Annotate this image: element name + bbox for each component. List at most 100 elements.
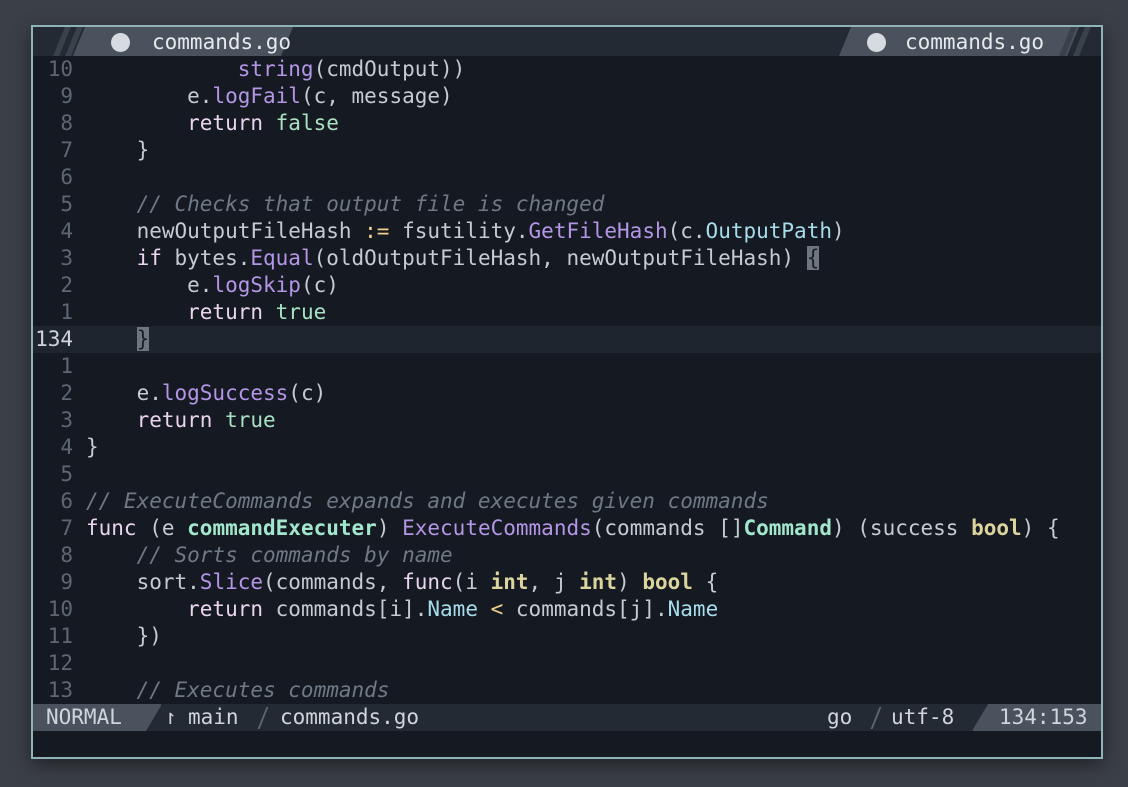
line-content: } (86, 326, 150, 353)
file-name: commands.go (280, 705, 420, 729)
line-number: 4 (60, 435, 73, 459)
status-divider (257, 707, 269, 729)
field-name: Name (427, 597, 478, 621)
code-line[interactable]: 6 (33, 164, 1101, 191)
code-line[interactable]: 8 // Sorts commands by name (33, 542, 1101, 569)
code-text: (commands, (263, 570, 403, 594)
line-content: // Sorts commands by name (86, 542, 453, 569)
keyword: func (402, 570, 453, 594)
line-number: 13 (47, 678, 73, 702)
line-number: 1 (60, 354, 73, 378)
line-content: string(cmdOutput)) (86, 56, 466, 83)
code-line[interactable]: 7 } (33, 137, 1101, 164)
field-name: Name (667, 597, 719, 621)
code-text: ) (617, 570, 643, 594)
buffer-circle-icon (867, 33, 886, 52)
code-line[interactable]: 8 return false (33, 110, 1101, 137)
line-content: e.logSkip(c) (86, 272, 339, 299)
type-name: Command (743, 516, 832, 540)
code-area[interactable]: 10 string(cmdOutput)) 9 e.logFail(c, mess… (33, 56, 1101, 704)
code-line[interactable]: 9 sort.Slice(commands, func(i int, j int… (33, 569, 1101, 596)
line-number: 9 (60, 84, 73, 108)
line-number: 6 (60, 489, 73, 513)
field-name: OutputPath (705, 219, 832, 243)
code-line[interactable]: 7 func (e commandExecuter) ExecuteCommand… (33, 515, 1101, 542)
code-line[interactable]: 2 e.logSuccess(c) (33, 380, 1101, 407)
current-line[interactable]: 134 } (33, 326, 1101, 353)
mode-indicator: NORMAL (33, 704, 162, 731)
function-name: Slice (199, 570, 264, 594)
keyword: func (86, 516, 137, 540)
tab-right-label: commands.go (905, 30, 1045, 54)
code-text: (commands [] (591, 516, 744, 540)
keyword: return (86, 300, 276, 324)
line-content: if bytes.Equal(oldOutputFileHash, newOut… (86, 245, 820, 272)
comment: // Executes commands (86, 678, 390, 702)
code-line[interactable]: 5 (33, 461, 1101, 488)
code-line[interactable]: 12 (33, 650, 1101, 677)
line-number: 9 (60, 570, 73, 594)
mode-divider (146, 704, 162, 731)
code-line[interactable]: 10 return commands[i].Name < commands[j]… (33, 596, 1101, 623)
function-name: ExecuteCommands (402, 516, 592, 540)
tab-right[interactable]: commands.go (839, 27, 1079, 56)
tab-left[interactable]: commands.go (73, 27, 293, 56)
editor-window: commands.go commands.go 10 string(cmdOut… (31, 25, 1103, 759)
code-line[interactable]: 9 e.logFail(c, message) (33, 83, 1101, 110)
code-line[interactable]: 1 (33, 353, 1101, 380)
code-line[interactable]: 4} (33, 434, 1101, 461)
code-text: ) (831, 219, 845, 243)
line-number: 2 (60, 381, 73, 405)
line-number: 12 (47, 651, 73, 675)
code-text: (c) (300, 273, 339, 297)
boolean-literal: true (225, 408, 276, 432)
command-line[interactable] (33, 731, 1101, 757)
code-line[interactable]: 3 return true (33, 407, 1101, 434)
code-line[interactable]: 3 if bytes.Equal(oldOutputFileHash, newO… (33, 245, 1101, 272)
code-text: commands[i]. (263, 597, 428, 621)
builtin-type: bool (642, 570, 693, 594)
code-text: fsutility. (389, 219, 529, 243)
keyword: return (86, 408, 226, 432)
line-content: return true (86, 299, 326, 326)
line-content: }) (86, 623, 162, 650)
line-number: 11 (47, 624, 73, 648)
builtin-type: bool (971, 516, 1022, 540)
file-encoding: utf-8 (891, 705, 955, 729)
code-text: } (86, 138, 150, 162)
builtin-type: int (579, 570, 618, 594)
builtin-type: int (490, 570, 529, 594)
code-text: , j (528, 570, 580, 594)
code-text: e. (86, 381, 162, 405)
code-line[interactable]: 6 // ExecuteCommands expands and executes… (33, 488, 1101, 515)
line-number: 5 (60, 462, 73, 486)
tabline: commands.go commands.go (33, 27, 1101, 56)
code-line[interactable]: 11 }) (33, 623, 1101, 650)
statusline: NORMAL ↾ main commands.go go utf-8 134:1… (33, 704, 1101, 731)
keyword: return (86, 111, 276, 135)
line-number: 134 (35, 327, 73, 351)
code-text: } (86, 435, 99, 459)
code-line[interactable]: 2 e.logSkip(c) (33, 272, 1101, 299)
code-text: { (692, 570, 719, 594)
line-number: 1 (60, 300, 73, 324)
code-line[interactable]: 4 newOutputFileHash := fsutility.GetFile… (33, 218, 1101, 245)
function-name: Equal (250, 246, 314, 270)
code-line[interactable]: 5 // Checks that output file is changed (33, 191, 1101, 218)
type-name: commandExecuter (187, 516, 377, 540)
code-text: (c. (667, 219, 706, 243)
line-content: } (86, 137, 150, 164)
line-content: sort.Slice(commands, func(i int, j int) … (86, 569, 719, 596)
function-name: GetFileHash (528, 219, 668, 243)
code-line[interactable]: 1 return true (33, 299, 1101, 326)
line-number: 10 (47, 597, 73, 621)
code-text: (cmdOutput)) (313, 57, 466, 81)
code-line[interactable]: 10 string(cmdOutput)) (33, 56, 1101, 83)
line-content: newOutputFileHash := fsutility.GetFileHa… (86, 218, 845, 245)
git-branch-icon: ↾ (164, 705, 177, 729)
code-line[interactable]: 13 // Executes commands (33, 677, 1101, 704)
line-content: e.logFail(c, message) (86, 83, 453, 110)
line-content: // Checks that output file is changed (86, 191, 605, 218)
